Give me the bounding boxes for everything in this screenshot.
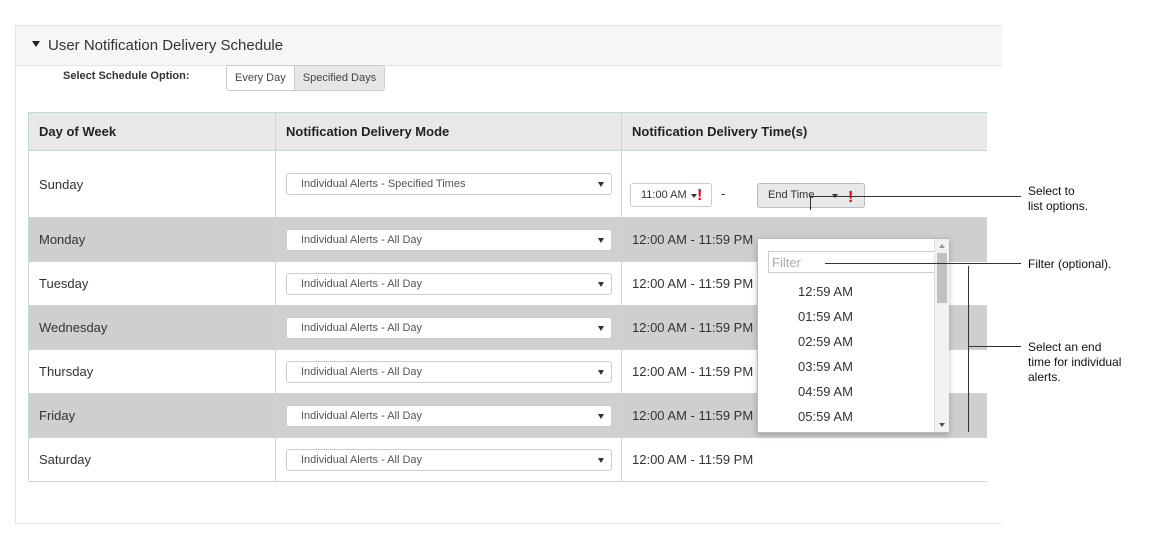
- delivery-mode-select[interactable]: Individual Alerts - All Day: [286, 272, 612, 295]
- scroll-up-icon[interactable]: [939, 244, 945, 248]
- list-item[interactable]: 12:59 AM: [758, 279, 934, 304]
- day-cell: Wednesday: [28, 305, 276, 350]
- required-icon: !: [697, 187, 703, 204]
- list-item[interactable]: 02:59 AM: [758, 329, 934, 354]
- list-item[interactable]: 04:59 AM: [758, 379, 934, 404]
- callout-line: [968, 266, 969, 432]
- day-cell: Sunday: [28, 150, 276, 218]
- table-header-row: Day of Week Notification Delivery Mode N…: [28, 112, 987, 151]
- delivery-mode-select[interactable]: Individual Alerts - All Day: [286, 360, 612, 383]
- list-item[interactable]: 05:59 AM: [758, 404, 934, 429]
- schedule-option-toggle: Every Day Specified Days: [226, 65, 386, 91]
- callout-line: [968, 346, 1021, 347]
- delivery-mode-select[interactable]: Individual Alerts - All Day: [286, 404, 612, 427]
- callout-end-time: Select an end time for individual alerts…: [1028, 340, 1122, 384]
- scroll-thumb[interactable]: [937, 253, 947, 303]
- end-time-dropdown: 12:59 AM 01:59 AM 02:59 AM 03:59 AM 04:5…: [757, 238, 949, 433]
- delivery-mode-value: Individual Alerts - All Day: [301, 277, 423, 290]
- list-item[interactable]: 03:59 AM: [758, 354, 934, 379]
- delivery-mode-value: Individual Alerts - All Day: [301, 409, 423, 422]
- scrollbar[interactable]: [934, 239, 949, 432]
- mode-cell: Individual Alerts - All Day: [275, 217, 622, 262]
- caret-down-icon[interactable]: [32, 41, 40, 47]
- dropdown-arrow-icon: [598, 369, 604, 375]
- mode-cell: Individual Alerts - All Day: [275, 437, 622, 482]
- delivery-mode-select[interactable]: Individual Alerts - All Day: [286, 316, 612, 339]
- day-cell: Saturday: [28, 437, 276, 482]
- delivery-mode-select[interactable]: Individual Alerts - All Day: [286, 448, 612, 471]
- dropdown-arrow-icon: [598, 182, 604, 187]
- callout-select-list: Select to list options.: [1028, 184, 1089, 213]
- header-day-of-week: Day of Week: [28, 112, 276, 151]
- table-row: Saturday Individual Alerts - All Day 12:…: [28, 437, 987, 482]
- start-time-value: 11:00 AM: [641, 189, 687, 201]
- header-delivery-times: Notification Delivery Time(s): [621, 112, 987, 151]
- time-cell: 12:00 AM - 11:59 PM: [621, 437, 987, 482]
- end-time-label: End Time: [768, 189, 815, 201]
- scroll-down-icon[interactable]: [939, 423, 945, 427]
- header-delivery-mode: Notification Delivery Mode: [275, 112, 622, 151]
- delivery-mode-value: Individual Alerts - All Day: [301, 453, 423, 466]
- day-cell: Friday: [28, 393, 276, 438]
- schedule-option-label: Select Schedule Option:: [63, 70, 190, 82]
- specified-days-button[interactable]: Specified Days: [293, 66, 385, 90]
- filter-input[interactable]: [768, 251, 938, 273]
- delivery-mode-value: Individual Alerts - Specified Times: [301, 178, 466, 190]
- delivery-mode-select[interactable]: Individual Alerts - Specified Times: [286, 173, 612, 195]
- day-cell: Thursday: [28, 349, 276, 394]
- mode-cell: Individual Alerts - All Day: [275, 305, 622, 350]
- dropdown-arrow-icon: [598, 457, 604, 463]
- dropdown-arrow-icon: [598, 413, 604, 419]
- panel-title: User Notification Delivery Schedule: [48, 37, 284, 54]
- table-row: Sunday Individual Alerts - Specified Tim…: [28, 150, 987, 218]
- mode-cell: Individual Alerts - All Day: [275, 349, 622, 394]
- panel-header[interactable]: User Notification Delivery Schedule: [16, 26, 1002, 66]
- callout-line: [825, 263, 1021, 264]
- delivery-mode-value: Individual Alerts - All Day: [301, 233, 423, 246]
- delivery-mode-value: Individual Alerts - All Day: [301, 365, 423, 378]
- end-time-options: 12:59 AM 01:59 AM 02:59 AM 03:59 AM 04:5…: [758, 279, 934, 429]
- callout-line: [810, 196, 811, 210]
- required-icon: !: [848, 189, 854, 206]
- mode-cell: Individual Alerts - All Day: [275, 261, 622, 306]
- dropdown-arrow-icon: [598, 237, 604, 243]
- mode-cell: Individual Alerts - All Day: [275, 393, 622, 438]
- time-cell: 11:00 AM ! - End Time!: [621, 150, 987, 218]
- delivery-mode-value: Individual Alerts - All Day: [301, 321, 423, 334]
- day-cell: Monday: [28, 217, 276, 262]
- list-item[interactable]: 01:59 AM: [758, 304, 934, 329]
- delivery-mode-select[interactable]: Individual Alerts - All Day: [286, 228, 612, 251]
- callout-filter: Filter (optional).: [1028, 257, 1112, 271]
- dropdown-arrow-icon: [598, 325, 604, 331]
- time-separator: -: [721, 186, 726, 201]
- dropdown-arrow-icon: [598, 281, 604, 287]
- mode-cell: Individual Alerts - Specified Times: [275, 150, 622, 218]
- callout-line: [810, 196, 1021, 197]
- every-day-button[interactable]: Every Day: [227, 66, 294, 90]
- day-cell: Tuesday: [28, 261, 276, 306]
